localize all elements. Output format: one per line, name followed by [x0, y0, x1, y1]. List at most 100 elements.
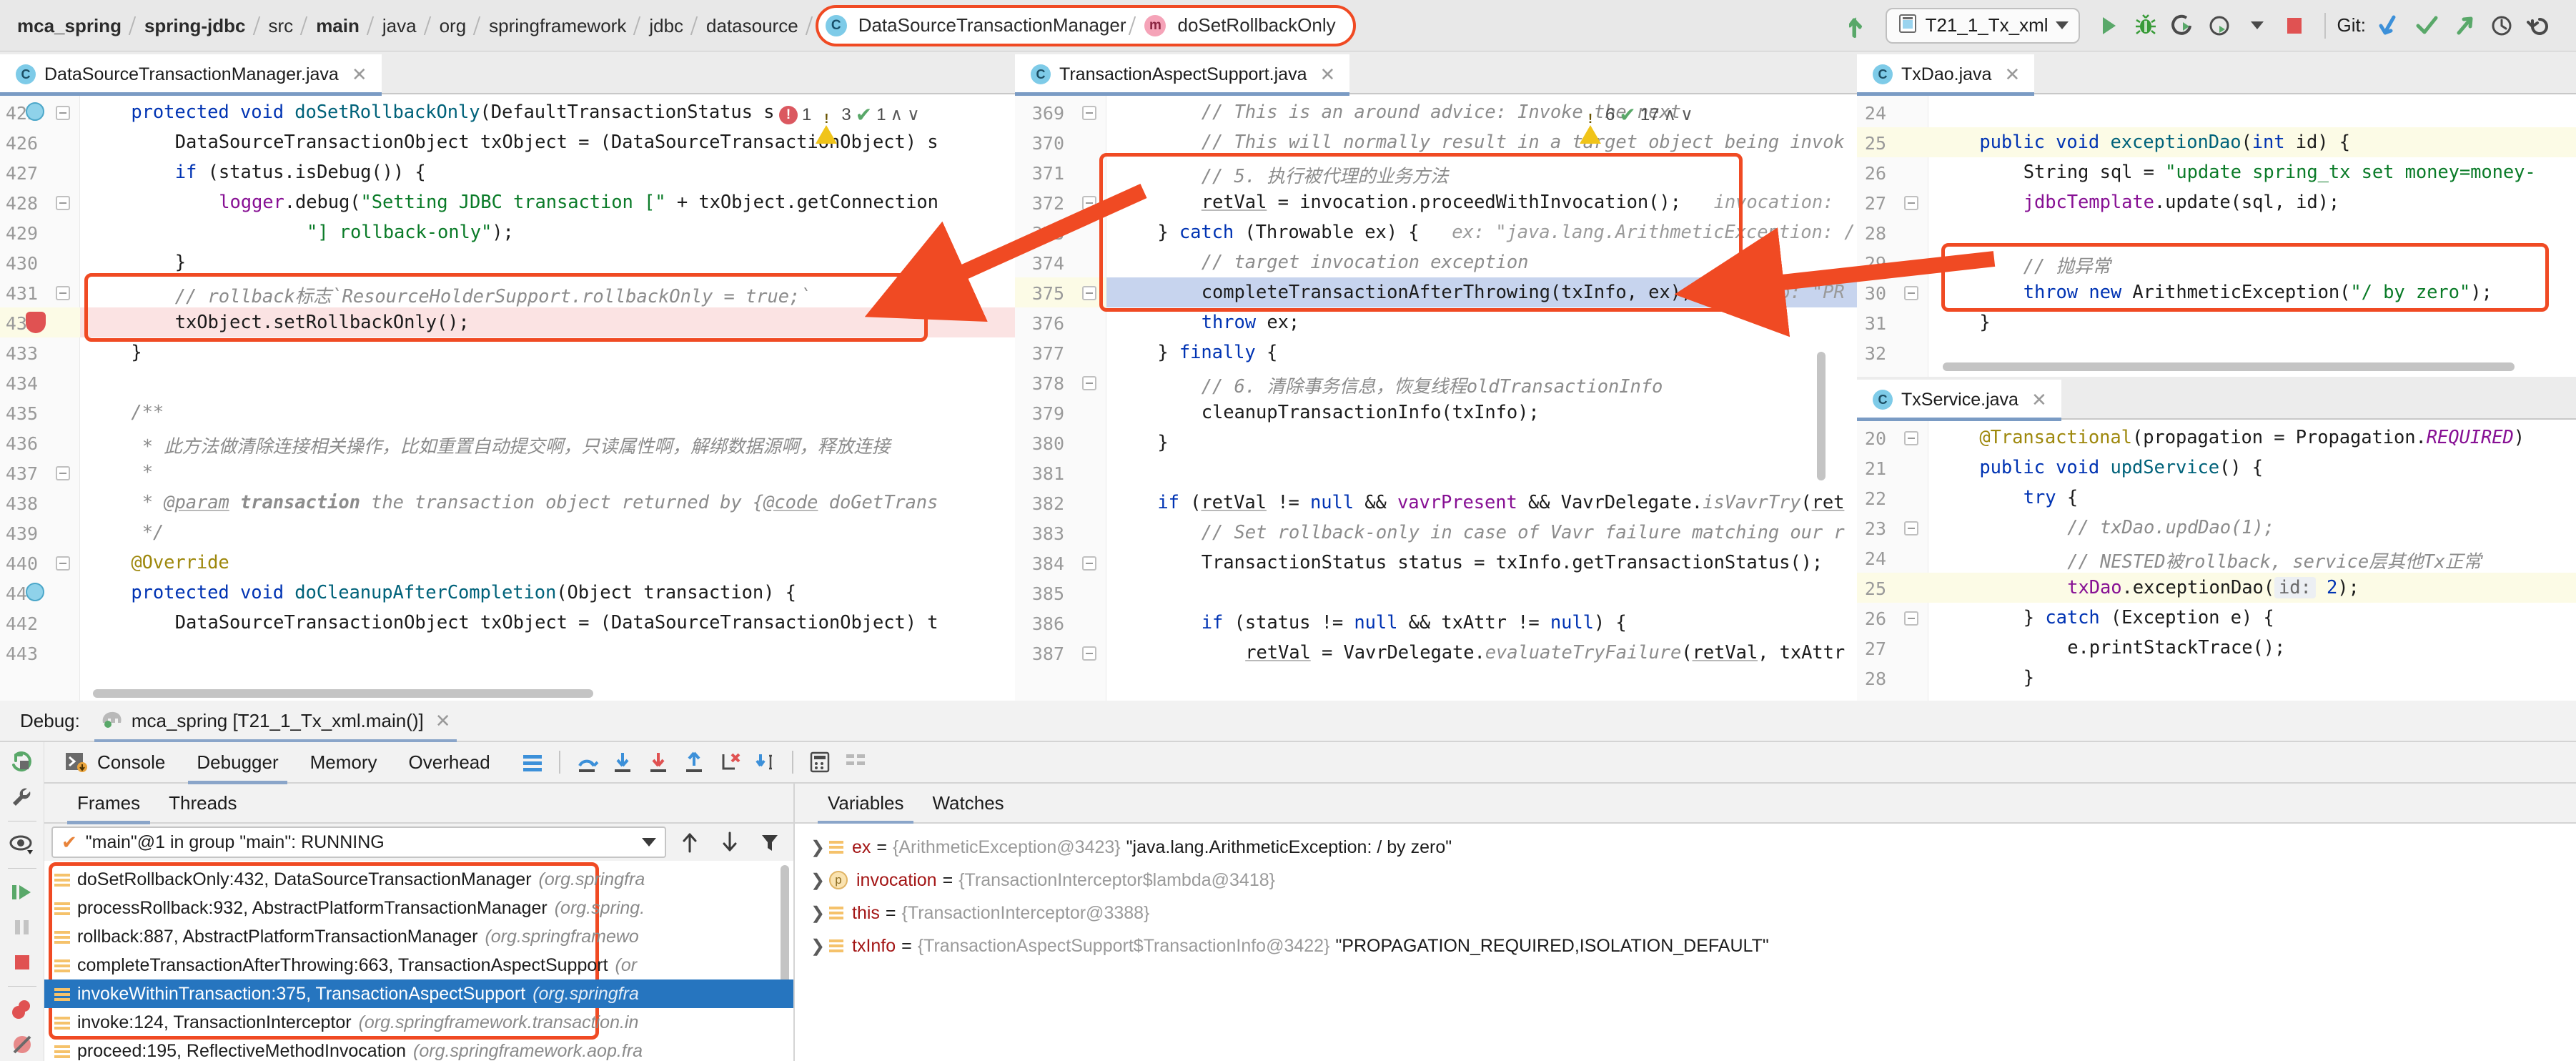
code-line[interactable]: protected void doSetRollbackOnly(Default…	[131, 102, 774, 123]
code-fold-icon[interactable]	[1082, 196, 1096, 210]
git-history-icon[interactable]	[2483, 7, 2520, 44]
settings-icon[interactable]	[4, 781, 41, 814]
git-push-icon[interactable]	[2446, 7, 2483, 44]
code-fold-icon[interactable]	[1904, 431, 1918, 445]
code-line[interactable]: if (retVal != null && vavrPresent && Vav…	[1157, 492, 1844, 513]
code-fold-icon[interactable]	[56, 286, 70, 300]
code-fold-icon[interactable]	[1904, 196, 1918, 210]
close-icon[interactable]: ✕	[2004, 64, 2020, 86]
code-line[interactable]: // 5. 执行被代理的业务方法	[1202, 162, 1449, 188]
horizontal-scrollbar-left[interactable]	[93, 689, 593, 698]
force-step-into-icon[interactable]	[642, 746, 675, 778]
breadcrumb-item-mca-spring[interactable]: mca_spring	[7, 0, 132, 51]
frame-row[interactable]: completeTransactionAfterThrowing:663, Tr…	[44, 951, 793, 979]
code-line[interactable]: txDao.exceptionDao(id: 2);	[2067, 577, 2359, 598]
code-area-middle[interactable]: 369 370 371 372 373 374 375 376 377 378 379 380 381 3…	[1015, 94, 1857, 701]
code-line[interactable]: * @param transaction the transaction obj…	[142, 492, 938, 513]
git-update-icon[interactable]	[2372, 7, 2409, 44]
code-fold-icon[interactable]	[56, 556, 70, 571]
stop-icon[interactable]	[4, 947, 41, 979]
filter-icon[interactable]	[753, 826, 786, 858]
code-area-left[interactable]: 425 426 427 428 429 430 431 432 433 434 435 436 437 4…	[0, 94, 1015, 701]
close-icon[interactable]: ✕	[1319, 64, 1335, 86]
tab-transactionaspectsupport[interactable]: C TransactionAspectSupport.java ✕	[1015, 54, 1350, 96]
tab-datasourcetransactionmanager[interactable]: C DataSourceTransactionManager.java ✕	[0, 54, 382, 96]
code-line[interactable]: }	[131, 342, 142, 363]
breadcrumb-method[interactable]: doSetRollbackOnly	[1171, 14, 1341, 36]
code-line[interactable]: retVal = invocation.proceedWithInvocatio…	[1202, 192, 1845, 213]
evaluate-expression-icon[interactable]	[803, 746, 836, 778]
code-line[interactable]: logger.debug("Setting JDBC transaction […	[219, 192, 938, 213]
code-line[interactable]: // rollback标志`ResourceHolderSupport.roll…	[175, 282, 811, 308]
breadcrumb-item-main[interactable]: main	[306, 0, 370, 51]
code-line[interactable]: } finally {	[1157, 342, 1277, 363]
code-line[interactable]: @Transactional(propagation = Propagation…	[1979, 427, 2525, 448]
code-fold-icon[interactable]	[1082, 376, 1096, 390]
drop-frame-icon[interactable]	[713, 746, 746, 778]
overridden-method-icon[interactable]	[26, 102, 44, 121]
tab-txservice[interactable]: C TxService.java ✕	[1857, 380, 2061, 421]
down-arrow-icon[interactable]	[713, 826, 746, 858]
code-line[interactable]: }	[2023, 667, 2034, 689]
code-line[interactable]: public void exceptionDao(int id) {	[1979, 132, 2350, 153]
debug-tab-debugger[interactable]: Debugger	[181, 741, 294, 784]
code-line[interactable]: // NESTED被rollback, service层其他Tx正常	[2067, 547, 2482, 573]
git-rollback-icon[interactable]	[2520, 7, 2557, 44]
chevron-down-icon[interactable]: ∨	[907, 104, 920, 125]
variable-row[interactable]: ❯ p invocation = {TransactionInterceptor$lam…	[795, 864, 2576, 897]
code-line[interactable]: }	[1157, 432, 1168, 453]
code-line[interactable]: throw ex;	[1202, 312, 1299, 333]
gutter-txdao[interactable]: 24 25 26 27 28 29 30 31 32	[1857, 94, 1928, 377]
breadcrumb-item-springframework[interactable]: springframework	[479, 0, 636, 51]
code-line[interactable]: // 6. 清除事务信息，恢复线程oldTransactionInfo	[1202, 372, 1663, 398]
code-line[interactable]: retVal = VavrDelegate.evaluateTryFailure…	[1245, 642, 1845, 663]
code-line[interactable]: // Set rollback-only in case of Vavr fai…	[1202, 522, 1845, 543]
debug-tab-memory[interactable]: Memory	[294, 741, 393, 783]
code-fold-icon[interactable]	[1082, 286, 1096, 300]
code-line[interactable]: }	[1979, 312, 1990, 333]
code-line[interactable]: } catch (Exception e) {	[2023, 607, 2274, 628]
thread-select[interactable]: ✔ "main"@1 in group "main": RUNNING	[51, 826, 666, 858]
chevron-down-icon[interactable]	[2239, 7, 2276, 44]
frames-tab-frames[interactable]: Frames	[63, 783, 154, 824]
chevron-right-icon[interactable]: ❯	[811, 903, 829, 924]
code-line[interactable]: */	[142, 522, 164, 543]
watch-icon[interactable]	[4, 829, 41, 861]
frame-row[interactable]: invokeWithinTransaction:375, Transaction…	[44, 979, 793, 1008]
up-arrow-icon[interactable]	[673, 826, 706, 858]
frame-row[interactable]: invoke:124, TransactionInterceptor (org.s…	[44, 1008, 793, 1037]
code-line[interactable]: /**	[131, 402, 164, 423]
close-icon[interactable]: ✕	[435, 710, 451, 732]
gutter-left[interactable]: 425 426 427 428 429 430 431 432 433 434 435 436 437 4…	[0, 94, 80, 701]
back-arrow-icon[interactable]	[1843, 7, 1880, 44]
run-to-cursor-icon[interactable]	[749, 746, 782, 778]
gutter-middle[interactable]: 369 370 371 372 373 374 375 376 377 378 379 380 381 3…	[1015, 94, 1106, 701]
tab-txdao[interactable]: C TxDao.java ✕	[1857, 54, 2035, 96]
stop-icon[interactable]	[2276, 7, 2313, 44]
breadcrumb-item-java[interactable]: java	[372, 0, 427, 51]
breadcrumb-item-org[interactable]: org	[430, 0, 477, 51]
profile-icon[interactable]	[2201, 7, 2239, 44]
horizontal-scrollbar-txdao[interactable]	[1943, 362, 2515, 371]
code-fold-icon[interactable]	[56, 466, 70, 480]
code-fold-icon[interactable]	[1904, 521, 1918, 536]
breadcrumb-class[interactable]: DataSourceTransactionManager	[853, 14, 1132, 36]
breadcrumb-item-jdbc[interactable]: jdbc	[639, 0, 693, 51]
rerun-icon[interactable]	[4, 746, 41, 779]
variables-list[interactable]: ❯ ex = {ArithmeticException@3423} "java.lang…	[795, 824, 2576, 1061]
code-line[interactable]: jdbcTemplate.update(sql, id);	[2023, 192, 2339, 213]
variables-tab-watches[interactable]: Watches	[918, 783, 1018, 823]
code-line[interactable]: @Override	[131, 552, 229, 573]
mute-breakpoints-icon[interactable]	[4, 1029, 41, 1061]
frame-row[interactable]: processRollback:932, AbstractPlatformTra…	[44, 894, 793, 922]
code-line[interactable]: String sql = "update spring_tx set money…	[2023, 162, 2536, 183]
code-line[interactable]: protected void doCleanupAfterCompletion(…	[131, 582, 796, 603]
variable-row[interactable]: ❯ this = {TransactionInterceptor@3388}	[795, 897, 2576, 929]
code-fold-icon[interactable]	[1082, 106, 1096, 120]
debug-icon[interactable]	[2127, 7, 2164, 44]
debug-session-tab[interactable]: mca_spring [T21_1_Tx_xml.main()] ✕	[94, 700, 457, 743]
frames-tab-threads[interactable]: Threads	[154, 783, 251, 823]
code-fold-icon[interactable]	[1082, 556, 1096, 571]
view-breakpoints-icon[interactable]	[4, 994, 41, 1026]
chevron-up-icon[interactable]: ∧	[1664, 104, 1677, 125]
